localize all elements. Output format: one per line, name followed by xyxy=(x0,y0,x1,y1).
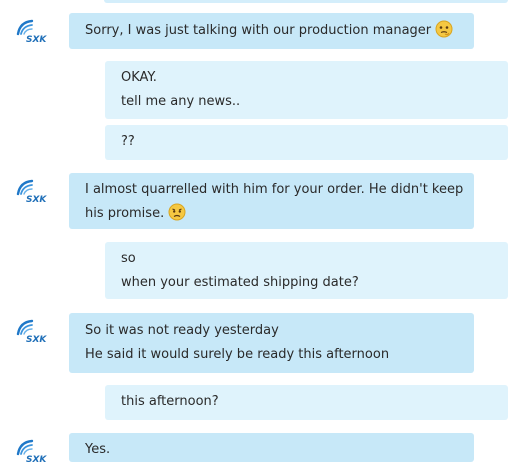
svg-text:SXK: SXK xyxy=(26,335,47,344)
message-bubble-me: ?? xyxy=(105,125,508,160)
worried-face-emoji-icon xyxy=(168,203,186,221)
svg-text:SXK: SXK xyxy=(26,195,47,204)
previous-message-edge xyxy=(104,0,508,3)
message-text: So it was not ready yesterday xyxy=(85,323,279,338)
contact-avatar[interactable]: SXK xyxy=(14,438,54,464)
contact-avatar[interactable]: SXK xyxy=(14,178,54,204)
message-bubble-contact: I almost quarrelled with him for your or… xyxy=(69,173,474,229)
message-text: I almost quarrelled with him for your or… xyxy=(85,182,464,197)
message-text: ?? xyxy=(121,134,135,149)
message-bubble-contact: Sorry, I was just talking with our produ… xyxy=(69,13,474,49)
message-text: He said it would surely be ready this af… xyxy=(85,347,390,362)
message-bubble-contact: So it was not ready yesterday He said it… xyxy=(69,313,474,373)
message-bubble-me: so when your estimated shipping date? xyxy=(105,242,508,299)
contact-avatar[interactable]: SXK xyxy=(14,318,54,344)
message-text: Yes. xyxy=(85,442,111,457)
message-bubble-me: this afternoon? xyxy=(105,385,508,420)
message-text: his promise. xyxy=(85,202,458,226)
message-text: Sorry, I was just talking with our produ… xyxy=(85,19,458,43)
contact-avatar[interactable]: SXK xyxy=(14,18,54,44)
svg-text:SXK: SXK xyxy=(26,455,47,464)
message-text: OKAY. xyxy=(121,70,157,85)
svg-text:SXK: SXK xyxy=(26,35,47,44)
message-text: so xyxy=(121,251,136,266)
message-text: tell me any news.. xyxy=(121,94,241,109)
message-text: when your estimated shipping date? xyxy=(121,275,359,290)
message-bubble-contact: Yes. xyxy=(69,433,474,462)
thinking-face-emoji-icon xyxy=(435,20,453,38)
message-text: this afternoon? xyxy=(121,394,219,409)
message-bubble-me: OKAY. tell me any news.. xyxy=(105,61,508,119)
